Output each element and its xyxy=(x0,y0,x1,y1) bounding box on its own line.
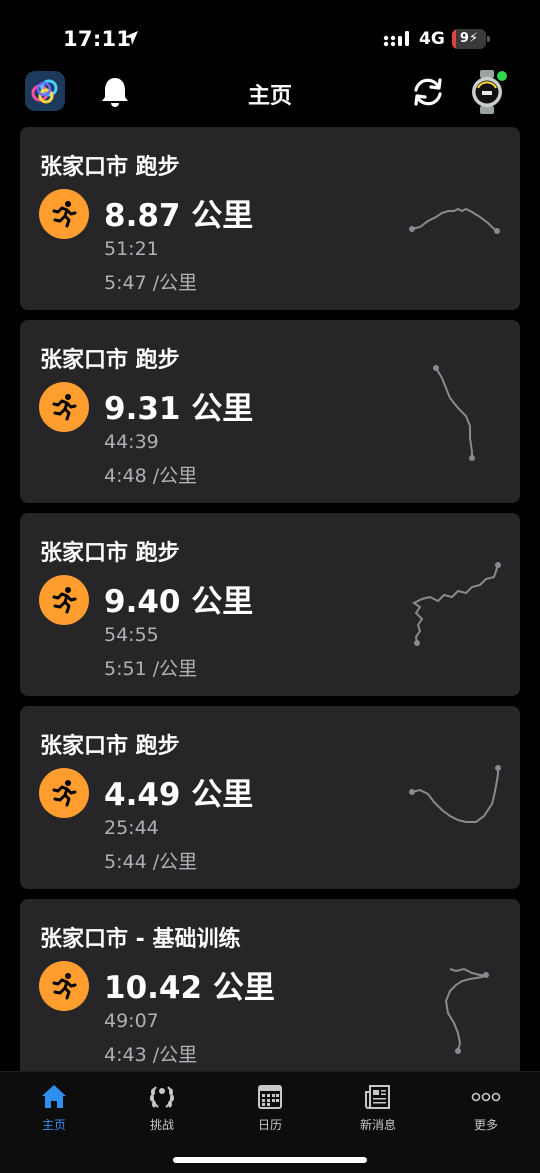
newspaper-icon xyxy=(365,1085,390,1109)
route-map-thumbnail xyxy=(412,562,501,646)
home-indicator[interactable] xyxy=(173,1157,367,1163)
running-icon xyxy=(39,768,89,818)
activity-distance: 10.42 公里 xyxy=(104,970,275,1006)
activity-duration: 25:44 xyxy=(104,817,159,839)
activity-duration: 54:55 xyxy=(104,624,159,646)
activity-distance: 4.49 公里 xyxy=(104,777,254,813)
location-arrow-icon xyxy=(122,29,140,51)
running-icon xyxy=(39,575,89,625)
activity-duration: 44:39 xyxy=(104,431,159,453)
activity-card[interactable]: 张家口市 - 基础训练 10.42 公里 49:07 4:43 /公里 xyxy=(20,899,520,1071)
page-title: 主页 xyxy=(247,84,292,109)
tab-challenges[interactable]: 挑战 xyxy=(122,1082,202,1138)
watch-connected-indicator xyxy=(497,71,507,81)
battery-percent: 9 xyxy=(459,31,469,46)
activity-title: 张家口市 跑步 xyxy=(40,541,180,566)
calendar-icon xyxy=(258,1085,282,1109)
activity-pace: 4:48 /公里 xyxy=(104,465,198,487)
tab-home-label: 主页 xyxy=(41,1118,66,1132)
activity-card[interactable]: 张家口市 跑步 8.87 公里 51:21 5:47 /公里 xyxy=(20,127,520,310)
status-bar: 17:11 4G 9⚡ xyxy=(0,0,540,70)
activity-title: 张家口市 跑步 xyxy=(40,155,180,180)
activity-card[interactable]: 张家口市 跑步 9.31 公里 44:39 4:48 /公里 xyxy=(20,320,520,503)
activity-pace: 5:51 /公里 xyxy=(104,658,198,680)
tab-calendar-label: 日历 xyxy=(257,1118,282,1132)
route-map-thumbnail xyxy=(433,365,475,461)
laurel-icon xyxy=(150,1086,174,1108)
tab-news[interactable]: 新消息 xyxy=(338,1082,418,1138)
activity-feed[interactable]: 张家口市 跑步 8.87 公里 51:21 5:47 /公里 张家口市 跑步 9… xyxy=(0,124,540,1071)
battery-icon: 9⚡ xyxy=(452,29,490,49)
activity-title: 张家口市 跑步 xyxy=(40,734,180,759)
tab-calendar[interactable]: 日历 xyxy=(230,1082,310,1138)
tab-home[interactable]: 主页 xyxy=(14,1082,94,1138)
home-screen: 17:11 4G 9⚡ 主页 张家口市 跑步 8.87 公里 51:21 5:4… xyxy=(0,0,540,1173)
activity-distance: 9.40 公里 xyxy=(104,584,254,620)
running-icon xyxy=(39,961,89,1011)
activity-duration: 49:07 xyxy=(104,1010,159,1032)
activity-card[interactable]: 张家口市 跑步 4.49 公里 25:44 5:44 /公里 xyxy=(20,706,520,889)
tab-more-label: 更多 xyxy=(473,1118,498,1132)
activity-title: 张家口市 - 基础训练 xyxy=(40,927,241,952)
route-map-thumbnail xyxy=(444,967,489,1054)
activity-duration: 51:21 xyxy=(104,238,159,260)
home-icon xyxy=(42,1085,66,1108)
activity-distance: 9.31 公里 xyxy=(104,391,254,427)
tab-more[interactable]: 更多 xyxy=(446,1082,526,1138)
network-type: 4G xyxy=(419,29,445,49)
sync-icon[interactable] xyxy=(411,76,445,112)
route-map-thumbnail xyxy=(409,765,501,823)
activity-title: 张家口市 跑步 xyxy=(40,348,180,373)
activity-pace: 5:47 /公里 xyxy=(104,272,198,294)
running-icon xyxy=(39,382,89,432)
activity-distance: 8.87 公里 xyxy=(104,198,254,234)
cellular-signal-icon xyxy=(383,29,411,51)
running-icon xyxy=(39,189,89,239)
top-nav-bar: 主页 xyxy=(0,66,540,122)
activity-card[interactable]: 张家口市 跑步 9.40 公里 54:55 5:51 /公里 xyxy=(20,513,520,696)
activity-pace: 4:43 /公里 xyxy=(104,1044,198,1066)
more-icon xyxy=(471,1092,501,1102)
tab-news-label: 新消息 xyxy=(359,1118,396,1132)
tab-challenges-label: 挑战 xyxy=(149,1118,174,1132)
route-map-thumbnail xyxy=(409,207,500,234)
activity-pace: 5:44 /公里 xyxy=(104,851,198,873)
